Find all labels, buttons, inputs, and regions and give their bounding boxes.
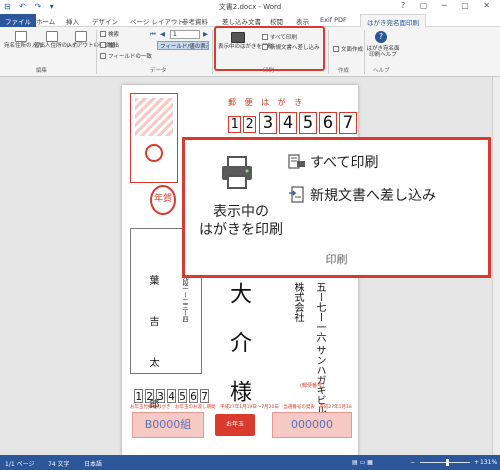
recipient-address: 五ー七ー一六 サンハガキビル	[314, 282, 325, 416]
ribbon-separator	[328, 30, 329, 74]
printer-icon	[222, 156, 252, 189]
postal-code-digit: 4	[279, 112, 297, 134]
sender-card-icon	[46, 31, 58, 42]
sender-postal-digit: 2	[145, 389, 154, 403]
tab-insert[interactable]: 挿入	[66, 16, 79, 26]
flower-icon	[145, 144, 163, 162]
print-all-icon	[288, 154, 305, 169]
first-record-icon[interactable]: ⏮	[150, 30, 156, 39]
field-icon	[100, 53, 106, 59]
print-group-highlight	[214, 26, 325, 71]
lottery-number-box: 000000	[272, 412, 352, 438]
tab-references[interactable]: 参考資料	[182, 16, 208, 26]
search-icon	[100, 31, 106, 37]
address-label: (郵便番号)	[300, 383, 324, 389]
view-mode-icons[interactable]: ▤ ▭ ▦	[352, 459, 373, 466]
tab-postcard-print[interactable]: はがき宛名面印刷	[360, 14, 426, 28]
search-button[interactable]: 検索	[100, 30, 119, 38]
tab-layout[interactable]: ページ レイアウト	[130, 16, 184, 26]
zoom-out-icon[interactable]: −	[410, 459, 415, 466]
field-match-button[interactable]: フィールドの一致	[100, 52, 152, 60]
zoom-print-current-label[interactable]: 表示中の はがきを印刷	[191, 203, 291, 239]
zoom-level[interactable]: 131%	[480, 459, 497, 466]
ribbon-separator	[96, 30, 97, 74]
postal-code-digit: 5	[299, 112, 317, 134]
address-input-button[interactable]: 宛名住所の入力	[4, 31, 43, 49]
sender-postal-digit: 6	[189, 389, 198, 403]
tab-home[interactable]: ホーム	[36, 16, 55, 26]
sender-postal-digit: 1	[134, 389, 143, 403]
prev-record-icon[interactable]: ◀	[160, 30, 165, 38]
zoom-slider[interactable]	[420, 462, 470, 463]
print-group-zoom-panel: 表示中の はがきを印刷 すべて印刷 新規文書へ差し込み 印刷	[182, 137, 491, 278]
zoom-group-label: 印刷	[325, 253, 348, 266]
stamp-area	[130, 93, 178, 183]
record-number-input[interactable]: 1	[170, 30, 200, 39]
filter-icon	[100, 42, 106, 48]
layout-icon	[75, 31, 87, 42]
zoom-in-icon[interactable]: +	[474, 459, 479, 466]
sender-postal-digit: 7	[200, 389, 209, 403]
group-label-help: ヘルプ	[373, 68, 390, 74]
merge-document-icon	[289, 186, 304, 203]
new-year-mark: 年賀	[150, 185, 176, 215]
postal-code-digit: 6	[319, 112, 337, 134]
create-face-button[interactable]: 文面作成	[333, 45, 363, 53]
recipient-company: 株式会社	[292, 282, 303, 322]
tab-mailings[interactable]: 差し込み文書	[222, 16, 261, 26]
title-bar: ⊟ ↶ ↷ ▾ 文書2.docx - Word ? ▢ ─ ▢ ✕	[0, 0, 500, 14]
help-icon[interactable]: ?	[375, 31, 387, 43]
word-count[interactable]: 74 文字	[48, 459, 70, 468]
status-bar: 1/1 ページ 74 文字 日本語 ▤ ▭ ▦ − + 131%	[0, 455, 500, 470]
zoom-slider-knob[interactable]	[446, 459, 449, 466]
sender-postal-digit: 4	[167, 389, 176, 403]
document-icon	[333, 46, 339, 52]
otoshidama-badge: お年玉	[215, 414, 255, 436]
zoom-merge-new-button[interactable]: 新規文書へ差し込み	[288, 185, 436, 205]
tab-view[interactable]: 表示	[296, 16, 309, 26]
field-toggle-button[interactable]: フィールド/値の表示	[157, 41, 209, 50]
zoom-print-all-button[interactable]: すべて印刷	[288, 152, 378, 172]
postal-code-digit: 7	[339, 112, 357, 134]
language-indicator[interactable]: 日本語	[84, 459, 102, 468]
vertical-scrollbar[interactable]	[492, 77, 500, 455]
stamp-pattern	[135, 98, 173, 136]
tab-design[interactable]: デザイン	[92, 16, 118, 26]
extract-button[interactable]: 抽出	[100, 41, 119, 49]
group-label-edit: 編集	[36, 68, 48, 74]
sender-postal-digit: 5	[178, 389, 187, 403]
page-indicator[interactable]: 1/1 ページ	[5, 459, 34, 468]
postal-code-digit: 3	[259, 112, 277, 134]
postal-code-digit: 2	[243, 116, 256, 133]
sender-input-button[interactable]: 差出人住所の入力	[34, 31, 78, 49]
address-card-icon	[15, 31, 27, 42]
group-label-data: データ	[150, 68, 167, 74]
lottery-group-box: B0000組	[132, 412, 204, 438]
postcard-header: 郵 便 は が き	[228, 98, 306, 107]
help-button[interactable]: はがき宛名面印刷ヘルプ	[366, 46, 400, 59]
tab-exif-pdf[interactable]: Exif PDF	[320, 16, 347, 24]
layout-adjust-button[interactable]: レイアウトの微調整	[66, 31, 116, 49]
window-controls[interactable]: ? ▢ ─ ▢ ✕	[401, 1, 496, 10]
next-record-icon[interactable]: ▶	[203, 30, 208, 38]
sender-postal-digit: 3	[156, 389, 165, 403]
group-label-create: 作成	[338, 68, 350, 74]
postal-code-digit: 1	[228, 116, 241, 133]
recipient-name: 大 介 様	[226, 282, 251, 412]
ribbon-separator	[212, 30, 213, 74]
ribbon-separator	[364, 30, 365, 74]
tab-review[interactable]: 校閲	[270, 16, 283, 26]
lottery-notice: お年玉付郵便はがき お年玉のお渡し期間 平成27年1月19日～7月20日 当選番…	[130, 405, 352, 410]
tab-file[interactable]: ファイル	[0, 14, 36, 27]
